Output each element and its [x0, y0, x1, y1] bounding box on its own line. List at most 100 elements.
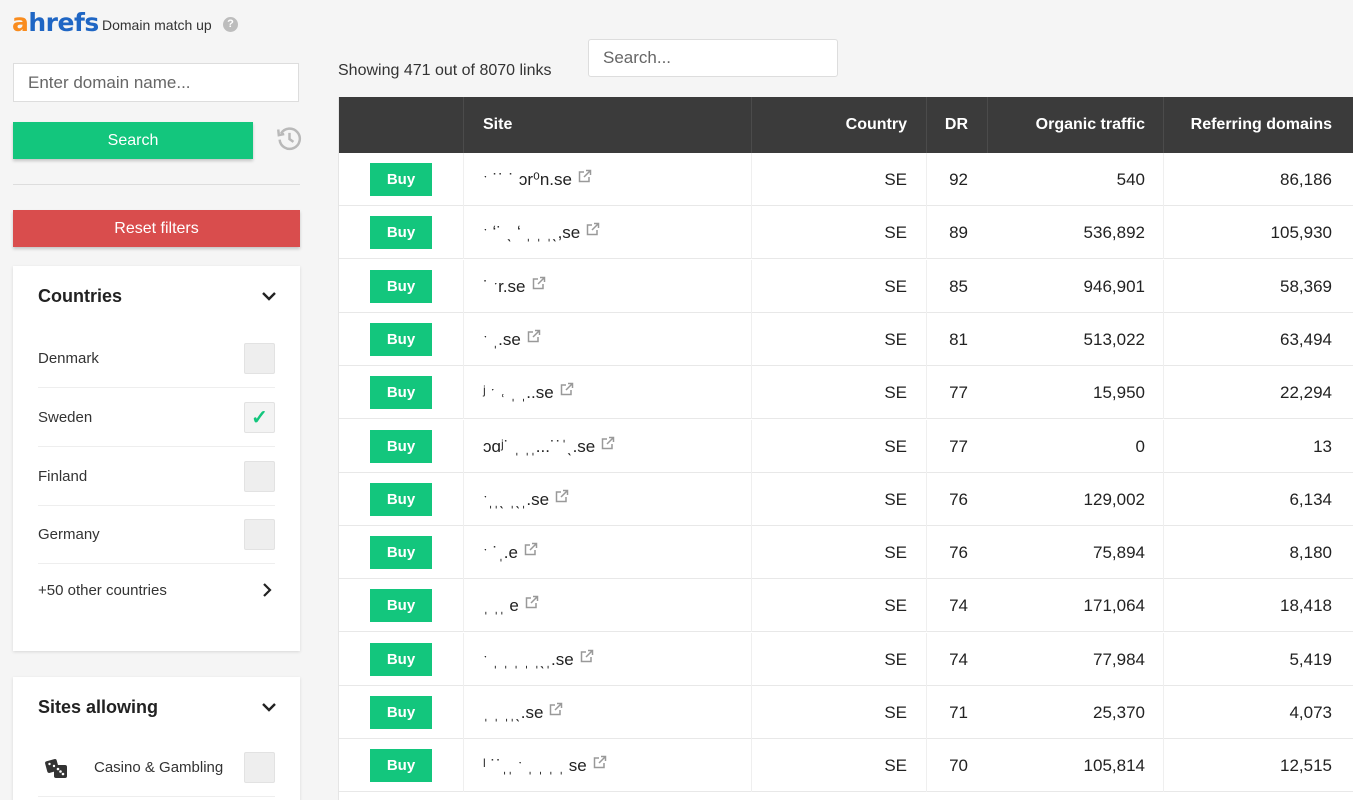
country-option-finland[interactable]: Finland	[38, 448, 275, 506]
more-countries[interactable]: +50 other countries	[38, 561, 275, 619]
countries-header[interactable]: Countries	[38, 284, 278, 308]
external-link-icon[interactable]	[524, 542, 538, 556]
domain-input[interactable]	[13, 63, 299, 102]
site-cell[interactable]: ˙ ˑr.se	[483, 260, 546, 313]
row-separator	[926, 686, 927, 739]
column-header-country[interactable]: Country	[846, 97, 907, 153]
help-icon[interactable]: ?	[223, 17, 238, 32]
site-cell[interactable]: ɔɑʲ˙ ˌ ˌˌ...˙˙ˈˎ.se	[483, 420, 615, 473]
sites-option-casino[interactable]: Casino & Gambling	[38, 739, 275, 797]
site-name[interactable]: ˑ ʻ˙ ˎ ʻ ˌ ˌ ˌˎ,se	[483, 223, 580, 242]
site-name[interactable]: ˑ ˌ.se	[483, 330, 521, 349]
row-separator	[1163, 312, 1164, 366]
row-separator	[463, 153, 464, 206]
site-cell[interactable]: ˡ ˙˙ˌˌ ˑ ˌ ˌ ˌ ˌ se	[483, 739, 607, 792]
checkbox[interactable]	[244, 343, 275, 374]
site-name[interactable]: ˌ ˌ ˌˌˎ.se	[483, 703, 543, 722]
row-separator	[751, 739, 752, 793]
country-option-germany[interactable]: Germany	[38, 506, 275, 564]
country-cell: SE	[884, 756, 907, 776]
row-separator	[463, 206, 464, 260]
column-header-organic-traffic[interactable]: Organic traffic	[1036, 97, 1145, 153]
buy-button[interactable]: Buy	[370, 376, 432, 410]
site-name[interactable]: ˑ ˌ ˌ ˌ ˌ ˌˎˌ.se	[483, 650, 574, 669]
row-separator	[926, 526, 927, 580]
reset-filters-button[interactable]: Reset filters	[13, 210, 300, 247]
checkbox-checked[interactable]: ✓	[244, 402, 275, 433]
buy-button[interactable]: Buy	[370, 749, 432, 783]
table-row: Buy ˑ ˙˙ ˙ ɔr⁰n.se SE 92 540 86,186	[339, 153, 1353, 206]
buy-button[interactable]: Buy	[370, 216, 432, 250]
row-separator	[926, 632, 927, 686]
more-countries-label: +50 other countries	[38, 581, 167, 599]
external-link-icon[interactable]	[586, 222, 600, 236]
buy-button[interactable]: Buy	[370, 163, 432, 196]
site-cell[interactable]: ˑ ˌ ˌ ˌ ˌ ˌˎˌ.se	[483, 633, 594, 686]
site-cell[interactable]: ˑ ʻ˙ ˎ ʻ ˌ ˌ ˌˎ,se	[483, 206, 600, 259]
checkbox[interactable]	[244, 752, 275, 783]
site-name[interactable]: ˌ ˌˌ e	[483, 596, 519, 615]
chevron-down-icon[interactable]	[260, 287, 278, 305]
row-separator	[751, 366, 752, 420]
external-link-icon[interactable]	[525, 595, 539, 609]
country-cell: SE	[884, 543, 907, 563]
search-button[interactable]: Search	[13, 122, 253, 159]
table-search-input[interactable]	[588, 39, 838, 77]
external-link-icon[interactable]	[532, 276, 546, 290]
external-link-icon[interactable]	[578, 169, 592, 183]
chevron-right-icon[interactable]	[259, 582, 275, 598]
site-name[interactable]: ˙ ˑr.se	[483, 277, 526, 296]
external-link-icon[interactable]	[593, 755, 607, 769]
site-name[interactable]: ɔɑʲ˙ ˌ ˌˌ...˙˙ˈˎ.se	[483, 437, 595, 456]
country-option-sweden[interactable]: Sweden ✓	[38, 389, 275, 447]
site-cell[interactable]: ˌ ˌ ˌˌˎ.se	[483, 686, 563, 739]
ahrefs-logo[interactable]: ahrefs	[12, 10, 99, 36]
buy-button[interactable]: Buy	[370, 536, 432, 570]
external-link-icon[interactable]	[601, 436, 615, 450]
buy-button[interactable]: Buy	[370, 429, 432, 463]
history-icon[interactable]	[276, 125, 303, 152]
buy-button[interactable]: Buy	[370, 589, 432, 623]
chevron-down-icon[interactable]	[260, 698, 278, 716]
external-link-icon[interactable]	[555, 489, 569, 503]
external-link-icon[interactable]	[549, 702, 563, 716]
links-table: Site Country DR Organic traffic Referrin…	[338, 97, 1353, 800]
country-option-denmark[interactable]: Denmark	[38, 330, 275, 388]
site-cell[interactable]: ˑˌˌˎ ˌˎˌ.se	[483, 473, 569, 526]
site-name[interactable]: ˑ ˙˙ ˙ ɔr⁰n.se	[483, 170, 572, 189]
dr-cell: 92	[949, 170, 968, 189]
sites-allowing-header[interactable]: Sites allowing	[38, 695, 278, 719]
buy-button[interactable]: Buy	[370, 482, 432, 516]
column-header-site[interactable]: Site	[483, 97, 512, 153]
row-separator	[751, 526, 752, 580]
logo-rest: hrefs	[28, 8, 99, 37]
column-header-referring-domains[interactable]: Referring domains	[1191, 97, 1332, 153]
site-name[interactable]: ʲ ˑ ˓ ˌ ˌ..se	[483, 383, 554, 402]
row-separator	[926, 312, 927, 366]
external-link-icon[interactable]	[527, 329, 541, 343]
buy-button[interactable]: Buy	[370, 642, 432, 676]
dice-icon	[45, 758, 67, 778]
external-link-icon[interactable]	[560, 382, 574, 396]
country-cell: SE	[884, 596, 907, 616]
site-name[interactable]: ˑ ˙ˌ.e	[483, 543, 518, 562]
column-header-dr[interactable]: DR	[945, 97, 968, 153]
checkbox[interactable]	[244, 461, 275, 492]
buy-button[interactable]: Buy	[370, 269, 432, 303]
table-row: Buy ˑˌˌˎ ˌˎˌ.se SE 76 129,002 6,134	[339, 472, 1353, 526]
countries-panel: Countries Denmark Sweden ✓ Finland Germa…	[13, 266, 300, 651]
country-cell: SE	[884, 436, 907, 456]
site-cell[interactable]: ˑ ˙ˌ.e	[483, 526, 538, 579]
site-name[interactable]: ˡ ˙˙ˌˌ ˑ ˌ ˌ ˌ ˌ se	[483, 756, 587, 775]
buy-button[interactable]: Buy	[370, 696, 432, 729]
site-cell[interactable]: ˑ ˌ.se	[483, 313, 541, 366]
checkbox[interactable]	[244, 519, 275, 550]
site-cell[interactable]: ˌ ˌˌ e	[483, 579, 539, 632]
site-cell[interactable]: ʲ ˑ ˓ ˌ ˌ..se	[483, 366, 574, 419]
site-cell[interactable]: ˑ ˙˙ ˙ ɔr⁰n.se	[483, 153, 592, 206]
dr-cell: 74	[949, 596, 968, 616]
buy-button[interactable]: Buy	[370, 322, 432, 356]
organic-traffic-cell: 105,814	[1083, 756, 1145, 776]
site-name[interactable]: ˑˌˌˎ ˌˎˌ.se	[483, 490, 549, 509]
external-link-icon[interactable]	[580, 649, 594, 663]
